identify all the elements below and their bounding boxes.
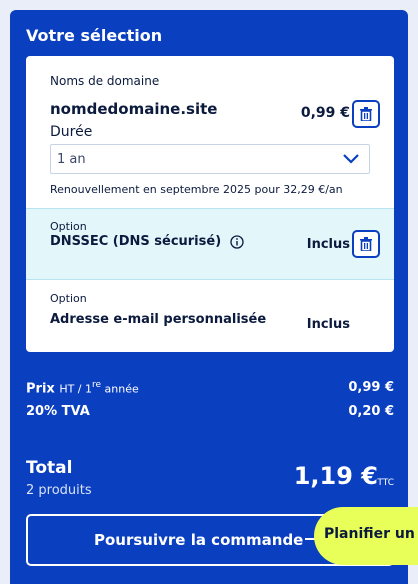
renewal-note: Renouvellement en septembre 2025 pour 32… xyxy=(50,183,343,196)
price-qualifier: HT / 1 xyxy=(59,382,93,396)
duration-label: Durée xyxy=(50,124,93,140)
duration-select[interactable]: 1 an xyxy=(50,144,370,174)
schedule-button-label: Planifier un xyxy=(324,526,415,542)
price-qualifier-sup: re xyxy=(92,380,102,390)
email-price: Inclus xyxy=(306,317,350,332)
total-suffix: TTC xyxy=(377,478,394,488)
duration-value: 1 an xyxy=(57,152,86,167)
chevron-down-icon xyxy=(343,154,359,164)
panel-title: Votre sélection xyxy=(26,26,163,45)
email-item: Option Adresse e-mail personnalisée Incl… xyxy=(26,279,394,352)
tva-row: 20% TVA 0,20 € xyxy=(26,404,394,419)
email-name: Adresse e-mail personnalisée xyxy=(50,312,267,327)
tva-label: 20% TVA xyxy=(26,404,90,419)
domain-item-label: Noms de domaine xyxy=(50,74,160,88)
tva-value: 0,20 € xyxy=(348,404,394,419)
product-count: 2 produits xyxy=(26,483,92,498)
continue-order-label: Poursuivre la commande xyxy=(94,531,304,549)
total-amount: 1,19 € xyxy=(293,462,378,490)
total-label: Total xyxy=(26,458,73,478)
schedule-button[interactable]: Planifier un xyxy=(314,507,418,565)
trash-icon xyxy=(360,107,372,121)
dnssec-price: Inclus xyxy=(306,237,350,252)
price-label: Prix xyxy=(26,381,55,397)
domain-price: 0,99 € xyxy=(300,105,350,121)
price-value: 0,99 € xyxy=(348,380,394,395)
dnssec-option-label: Option xyxy=(50,220,87,233)
domain-item: Noms de domaine nomdedomaine.site 0,99 €… xyxy=(26,56,394,208)
domain-name: nomdedomaine.site xyxy=(50,100,218,118)
selection-card: Noms de domaine nomdedomaine.site 0,99 €… xyxy=(26,56,394,352)
dnssec-item: Option DNSSEC (DNS sécurisé) Inclus xyxy=(26,208,394,280)
remove-domain-button[interactable] xyxy=(352,100,380,128)
dnssec-name: DNSSEC (DNS sécurisé) xyxy=(50,234,222,249)
info-icon[interactable] xyxy=(230,234,244,249)
trash-icon xyxy=(360,237,372,251)
price-qualifier-tail: année xyxy=(101,382,139,396)
order-summary-panel: Votre sélection Noms de domaine nomdedom… xyxy=(10,10,408,584)
price-row: Prix HT / 1re année 0,99 € xyxy=(26,380,394,396)
dnssec-name-row: DNSSEC (DNS sécurisé) xyxy=(50,234,244,249)
email-option-label: Option xyxy=(50,292,87,305)
remove-dnssec-button[interactable] xyxy=(352,230,380,258)
